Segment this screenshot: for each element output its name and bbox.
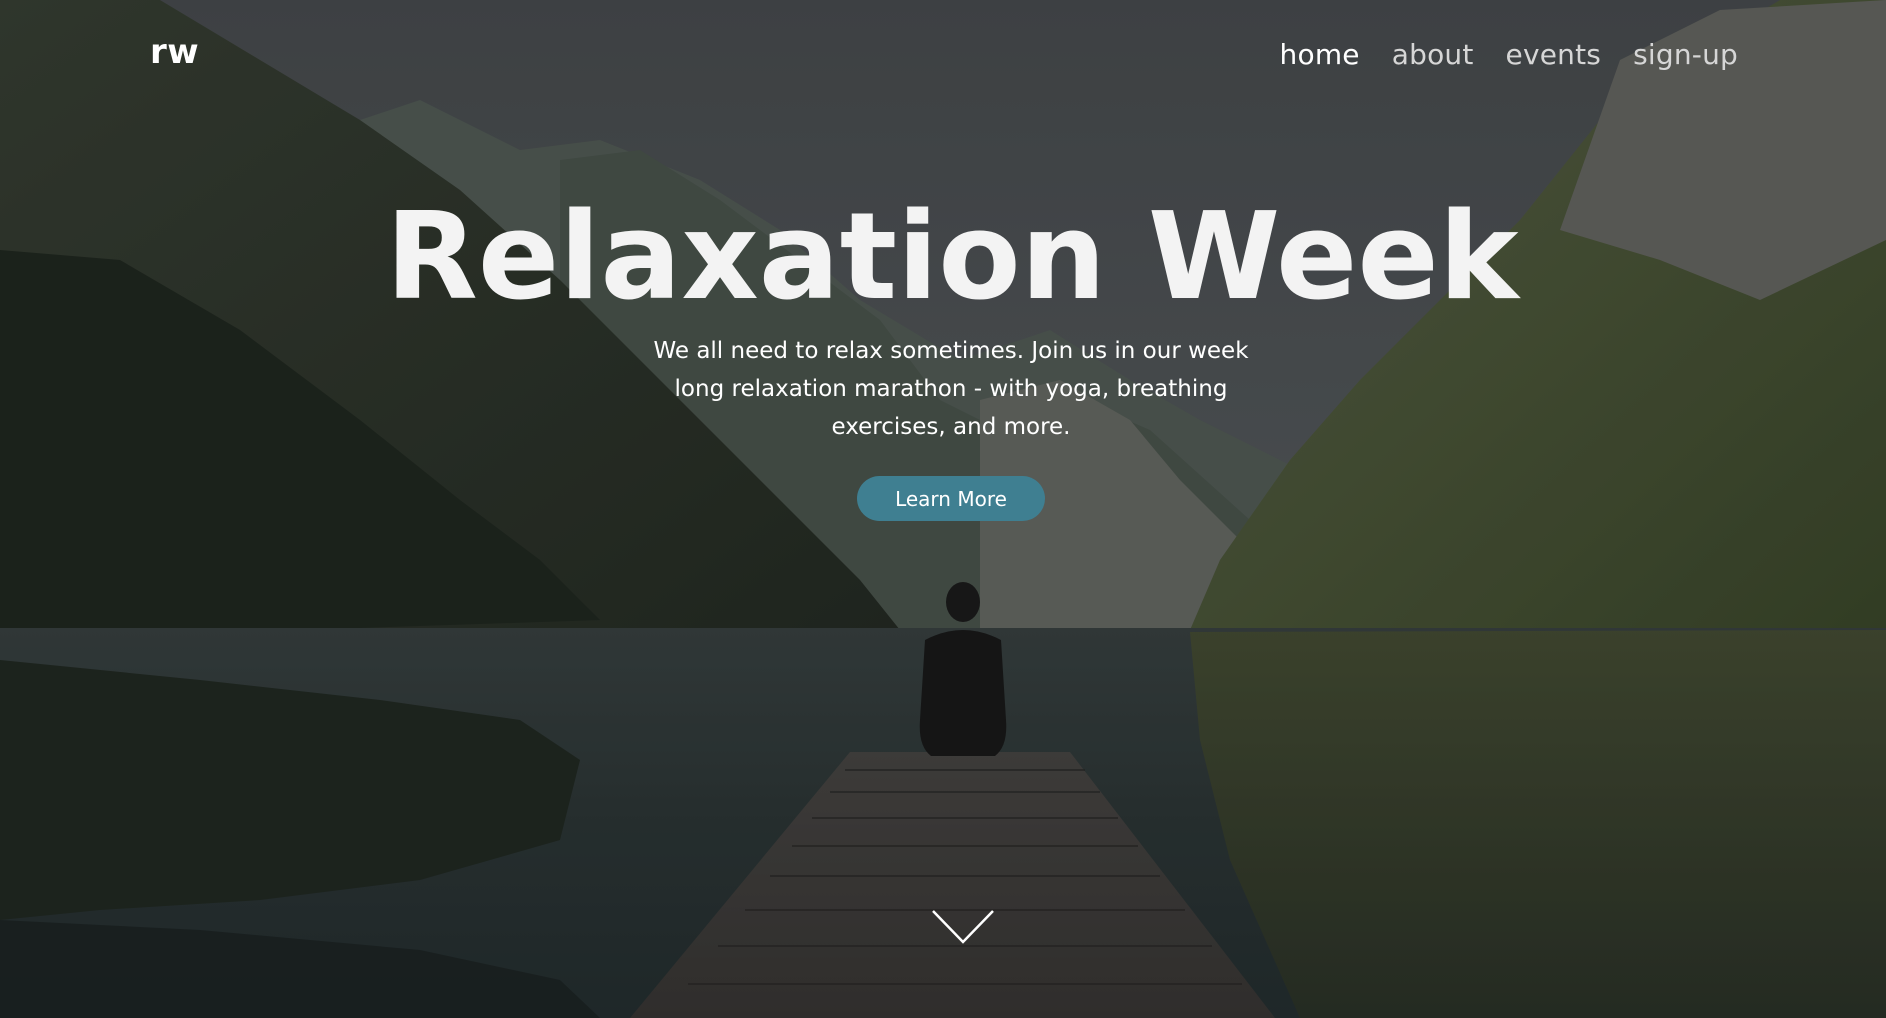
nav-item-events[interactable]: events	[1506, 38, 1602, 71]
hero-description: We all need to relax sometimes. Join us …	[653, 338, 1249, 440]
nav-item-home[interactable]: home	[1280, 38, 1360, 71]
main-nav: home about events sign-up	[1280, 38, 1738, 71]
chevron-down-icon[interactable]	[931, 908, 995, 946]
hero-section: rw home about events sign-up Relaxation …	[0, 0, 1886, 1018]
hero-title: Relaxation Week	[385, 188, 1519, 327]
nav-item-about[interactable]: about	[1392, 38, 1474, 71]
logo[interactable]: rw	[150, 32, 199, 72]
nav-item-sign-up[interactable]: sign-up	[1633, 38, 1738, 71]
learn-more-button[interactable]: Learn More	[857, 476, 1045, 521]
